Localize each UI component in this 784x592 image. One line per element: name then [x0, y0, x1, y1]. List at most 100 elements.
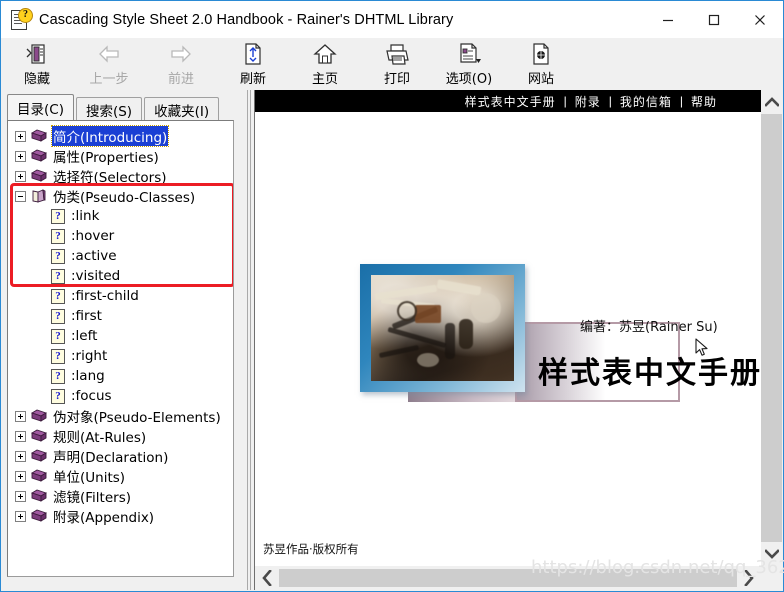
- tree-node[interactable]: ?:first: [8, 306, 233, 326]
- tree-node[interactable]: ?:right: [8, 346, 233, 366]
- tree-node-label: 滤镜(Filters): [53, 490, 132, 506]
- vertical-scroll-thumb[interactable]: [761, 114, 782, 542]
- tree-node-label: :visited: [71, 268, 121, 284]
- expand-plus-icon[interactable]: [15, 510, 26, 522]
- tree-node[interactable]: 属性(Properties): [8, 146, 233, 166]
- tab-label: 收藏夹(I): [154, 103, 210, 120]
- toolbar-label: 选项(O): [445, 72, 493, 87]
- window-title: Cascading Style Sheet 2.0 Handbook - Rai…: [39, 11, 454, 28]
- tree-node-label: :link: [71, 208, 100, 224]
- tree-node[interactable]: 单位(Units): [8, 466, 233, 486]
- tree-node[interactable]: 简介(Introducing): [8, 125, 233, 147]
- tree-node-label: :hover: [71, 228, 115, 244]
- contents-tree[interactable]: 简介(Introducing) 属性(Properties) 选择符(Selecto…: [7, 120, 234, 577]
- tree-node[interactable]: ?:active: [8, 246, 233, 266]
- toolbar-label: 网站: [527, 72, 554, 87]
- toolbar-label: 主页: [311, 72, 338, 87]
- tree-node[interactable]: 滤镜(Filters): [8, 486, 233, 506]
- expand-plus-icon[interactable]: [15, 450, 26, 462]
- tab-label: 搜索(S): [85, 103, 133, 120]
- expand-plus-icon[interactable]: [15, 410, 26, 422]
- topic-question-icon: ?: [51, 268, 65, 284]
- nav-link-manual[interactable]: 样式表中文手册: [457, 93, 564, 110]
- horizontal-scroll-track[interactable]: [279, 566, 737, 590]
- scroll-left-arrow-icon[interactable]: [255, 566, 279, 590]
- toolbar-button-back[interactable]: 上一步: [73, 38, 145, 90]
- topic-question-icon: ?: [51, 368, 65, 384]
- tree-node[interactable]: ?:left: [8, 326, 233, 346]
- toolbar-button-forward[interactable]: 前进: [145, 38, 217, 90]
- tab-search[interactable]: 搜索(S): [75, 97, 143, 121]
- tree-node[interactable]: ? :focus: [8, 386, 233, 406]
- scroll-up-arrow-icon[interactable]: [761, 90, 782, 114]
- expand-plus-icon[interactable]: [15, 150, 26, 162]
- close-icon[interactable]: [737, 1, 783, 38]
- tab-favorites[interactable]: 收藏夹(I): [144, 97, 220, 121]
- tree-node[interactable]: ? :link: [8, 206, 233, 226]
- html-document: 编著：苏昱(Rainer Su) 样式表中文手册 苏昱作品·版权所有: [255, 112, 761, 566]
- tree-node-label: :focus: [71, 388, 112, 404]
- pane-splitter[interactable]: [245, 90, 253, 590]
- collapse-minus-icon[interactable]: [15, 190, 26, 202]
- toolbar-button-refresh[interactable]: 刷新: [217, 38, 289, 90]
- toolbar: 隐藏 上一步 前进 刷新 主页 打印 选项(O) 网站: [1, 38, 783, 90]
- options-icon: [456, 41, 482, 67]
- expand-plus-icon[interactable]: [15, 430, 26, 442]
- tree-node[interactable]: 伪对象(Pseudo-Elements): [8, 406, 233, 426]
- toolbar-label: 刷新: [239, 72, 266, 87]
- tools-photo: [371, 275, 514, 381]
- open-book-icon: [31, 189, 47, 203]
- printer-icon: [384, 41, 410, 67]
- expand-plus-icon[interactable]: [15, 130, 26, 142]
- toolbar-button-print[interactable]: 打印: [361, 38, 433, 90]
- tree-node[interactable]: ?:lang: [8, 366, 233, 386]
- tree-node[interactable]: ? :visited: [8, 266, 233, 286]
- home-icon: [312, 41, 338, 67]
- topic-question-icon: ?: [51, 328, 65, 344]
- book-icon: [31, 489, 47, 503]
- toolbar-label: 上一步: [89, 72, 129, 87]
- tree-node[interactable]: ?:hover: [8, 226, 233, 246]
- tree-node-label: 属性(Properties): [53, 150, 159, 166]
- tree-node[interactable]: 附录(Appendix): [8, 506, 233, 526]
- toolbar-button-options[interactable]: 选项(O): [433, 38, 505, 90]
- website-icon: [530, 41, 552, 67]
- expand-plus-icon[interactable]: [15, 490, 26, 502]
- horizontal-scroll-thumb[interactable]: [279, 569, 737, 587]
- sidebar-tabs: 目录(C) 搜索(S) 收藏夹(I): [7, 94, 245, 121]
- topic-question-icon: ?: [51, 308, 65, 324]
- scroll-down-arrow-icon[interactable]: [761, 542, 782, 566]
- tree-node-label: 声明(Declaration): [53, 450, 169, 466]
- toolbar-button-home[interactable]: 主页: [289, 38, 361, 90]
- content-pane: 样式表中文手册 | 附录 | 我的信箱 | 帮助 编著：苏昱(Rainer Su…: [254, 90, 782, 590]
- tree-node[interactable]: 规则(At-Rules): [8, 426, 233, 446]
- tree-node[interactable]: 伪类(Pseudo-Classes): [8, 186, 233, 206]
- tree-node[interactable]: 选择符(Selectors): [8, 166, 233, 186]
- topic-question-icon: ?: [51, 288, 65, 304]
- expand-plus-icon[interactable]: [15, 170, 26, 182]
- toolbar-button-website[interactable]: 网站: [505, 38, 577, 90]
- cover-photo-frame: [360, 264, 525, 392]
- expand-plus-icon[interactable]: [15, 470, 26, 482]
- tree-node[interactable]: ?:first-child: [8, 286, 233, 306]
- scroll-right-arrow-icon[interactable]: [737, 566, 761, 590]
- navigation-pane: 目录(C) 搜索(S) 收藏夹(I) 简介(Introducing) 属性(Pro…: [2, 90, 245, 590]
- nav-link-appendix[interactable]: 附录: [567, 93, 609, 110]
- content-horizontal-scrollbar[interactable]: [255, 566, 761, 590]
- tree-node[interactable]: 声明(Declaration): [8, 446, 233, 466]
- tab-label: 目录(C): [17, 102, 64, 118]
- topic-question-icon: ?: [51, 208, 65, 224]
- nav-link-help[interactable]: 帮助: [683, 93, 725, 110]
- nav-link-mailbox[interactable]: 我的信箱: [612, 93, 680, 110]
- hide-pane-icon: [25, 41, 49, 67]
- maximize-icon[interactable]: [691, 1, 737, 38]
- toolbar-label: 打印: [383, 72, 410, 87]
- tree-node-label: 简介(Introducing): [50, 125, 170, 147]
- minimize-icon[interactable]: [645, 1, 691, 38]
- topic-question-icon: ?: [51, 388, 65, 404]
- tab-contents[interactable]: 目录(C): [7, 94, 74, 121]
- tree-root: 简介(Introducing) 属性(Properties) 选择符(Selecto…: [8, 125, 233, 526]
- back-arrow-icon: [96, 41, 122, 67]
- content-vertical-scrollbar[interactable]: [761, 90, 782, 566]
- toolbar-button-hide[interactable]: 隐藏: [1, 38, 73, 90]
